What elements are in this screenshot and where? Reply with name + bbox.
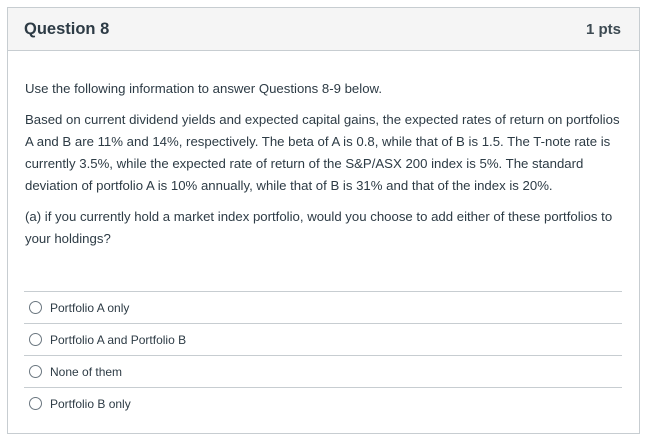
radio-button[interactable] (29, 333, 42, 346)
answer-option-b-only[interactable]: Portfolio B only (24, 387, 622, 419)
radio-button[interactable] (29, 397, 42, 410)
answer-label: Portfolio A and Portfolio B (50, 332, 187, 347)
question-text: Use the following information to answer … (8, 51, 639, 250)
question-card: Question 8 1 pts Use the following infor… (7, 7, 640, 434)
radio-button[interactable] (29, 365, 42, 378)
answer-label: Portfolio B only (50, 396, 131, 411)
question-points: 1 pts (585, 20, 621, 38)
answer-label: None of them (50, 364, 123, 379)
question-body: Based on current dividend yields and exp… (25, 112, 620, 193)
answer-option-a-and-b[interactable]: Portfolio A and Portfolio B (24, 323, 622, 355)
question-title: Question 8 (24, 19, 110, 38)
radio-button[interactable] (29, 301, 42, 314)
answer-option-a-only[interactable]: Portfolio A only (24, 291, 622, 323)
answer-list: Portfolio A only Portfolio A and Portfol… (24, 291, 622, 419)
question-header: Question 8 1 pts (8, 8, 639, 51)
answer-option-none[interactable]: None of them (24, 355, 622, 387)
answer-label: Portfolio A only (50, 300, 130, 315)
question-prompt: (a) if you currently hold a market index… (25, 209, 613, 246)
question-intro: Use the following information to answer … (25, 81, 382, 96)
